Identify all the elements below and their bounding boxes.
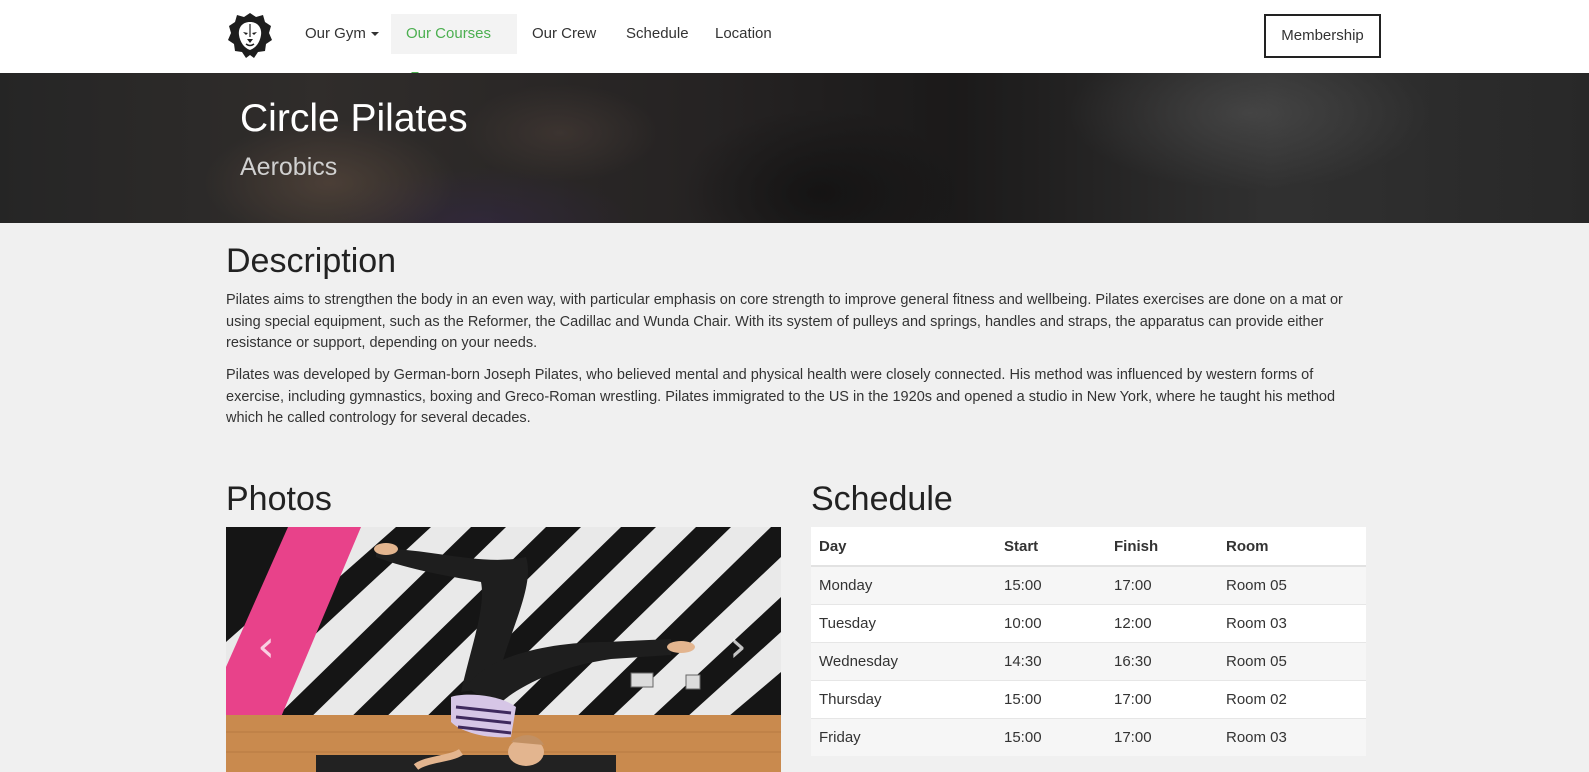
cell-day: Thursday [811,680,996,719]
column-header-day: Day [811,527,996,567]
cell-finish: 12:00 [1106,604,1218,643]
cell-start: 14:30 [996,642,1106,681]
cell-start: 10:00 [996,604,1106,643]
carousel-photo [226,527,781,772]
cell-start: 15:00 [996,565,1106,605]
column-header-room: Room [1218,527,1366,567]
table-row: Thursday 15:00 17:00 Room 02 [811,680,1366,719]
cell-day: Friday [811,718,996,756]
table-row: Tuesday 10:00 12:00 Room 03 [811,604,1366,643]
column-header-start: Start [996,527,1106,567]
cell-start: 15:00 [996,680,1106,719]
cell-day: Monday [811,565,996,605]
nav-our-courses-label: Our Courses [406,25,492,42]
nav-our-crew[interactable]: Our Crew [517,14,611,54]
caret-down-icon [370,32,379,37]
hero-banner: Circle Pilates Aerobics [0,73,1589,223]
nav-location-label: Location [715,25,772,42]
cell-room: Room 02 [1218,680,1366,719]
photos-heading: Photos [226,480,332,518]
cell-room: Room 05 [1218,642,1366,681]
nav-location[interactable]: Location [700,14,787,54]
nav-our-gym[interactable]: Our Gym [290,14,394,54]
description-paragraph-1: Pilates aims to strengthen the body in a… [226,292,1343,351]
photo-carousel[interactable]: ‹ › [226,527,781,772]
cell-finish: 16:30 [1106,642,1218,681]
description-heading: Description [226,242,397,280]
cell-finish: 17:00 [1106,565,1218,605]
cell-room: Room 03 [1218,604,1366,643]
chevron-right-icon[interactable]: › [718,617,758,677]
column-header-finish: Finish [1106,527,1218,567]
table-row: Wednesday 14:30 16:30 Room 05 [811,642,1366,681]
nav-our-courses[interactable]: Our Courses [391,14,517,77]
nav-our-gym-label: Our Gym [305,25,366,42]
cell-finish: 17:00 [1106,718,1218,756]
cell-day: Tuesday [811,604,996,643]
cell-day: Wednesday [811,642,996,681]
cell-finish: 17:00 [1106,680,1218,719]
chevron-left-icon[interactable]: ‹ [246,617,286,677]
cell-start: 15:00 [996,718,1106,756]
page-subtitle: Aerobics [240,153,338,181]
page-title: Circle Pilates [240,97,468,140]
cell-room: Room 03 [1218,718,1366,756]
table-row: Monday 15:00 17:00 Room 05 [811,565,1366,605]
schedule-table: Day Start Finish Room Monday 15:00 17:00… [811,527,1366,756]
schedule-heading: Schedule [811,480,953,518]
nav-our-crew-label: Our Crew [532,25,597,42]
nav-schedule-label: Schedule [626,25,689,42]
cell-room: Room 05 [1218,565,1366,605]
top-navbar: Our Gym Our Courses Our Crew Schedule Lo… [0,0,1589,77]
nav-schedule[interactable]: Schedule [611,14,704,54]
table-header-row: Day Start Finish Room [811,527,1366,567]
lion-head-icon[interactable] [226,11,274,59]
membership-button[interactable]: Membership [1264,14,1381,58]
description-paragraph-2: Pilates was developed by German-born Jos… [226,367,1336,426]
table-row: Friday 15:00 17:00 Room 03 [811,718,1366,756]
